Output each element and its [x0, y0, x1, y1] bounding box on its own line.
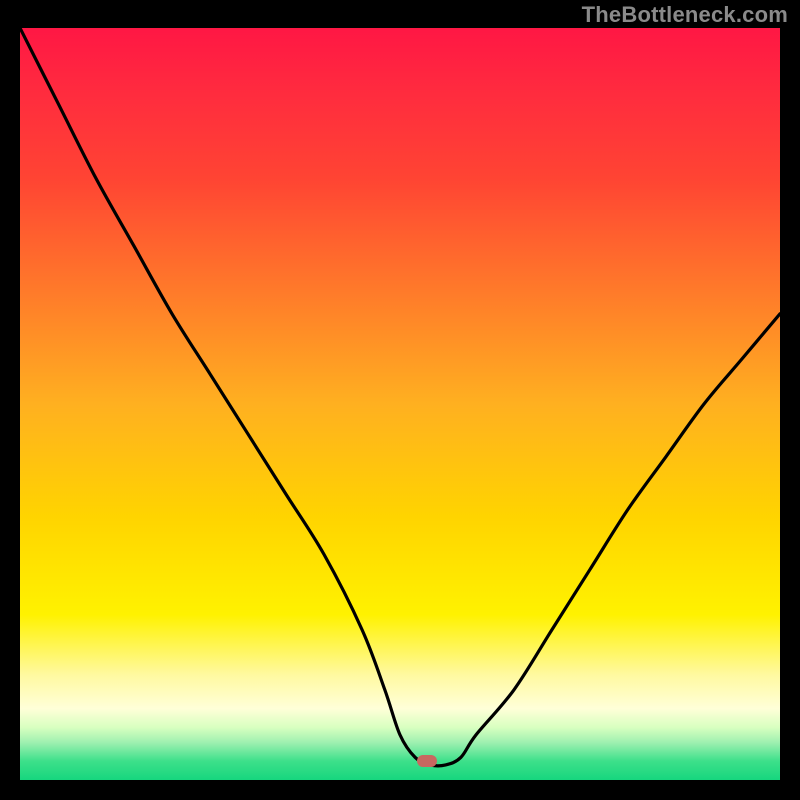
bottleneck-curve-line: [20, 28, 780, 780]
optimal-point-marker: [417, 755, 437, 767]
chart-plot-area: [20, 28, 780, 780]
watermark-text: TheBottleneck.com: [582, 2, 788, 28]
